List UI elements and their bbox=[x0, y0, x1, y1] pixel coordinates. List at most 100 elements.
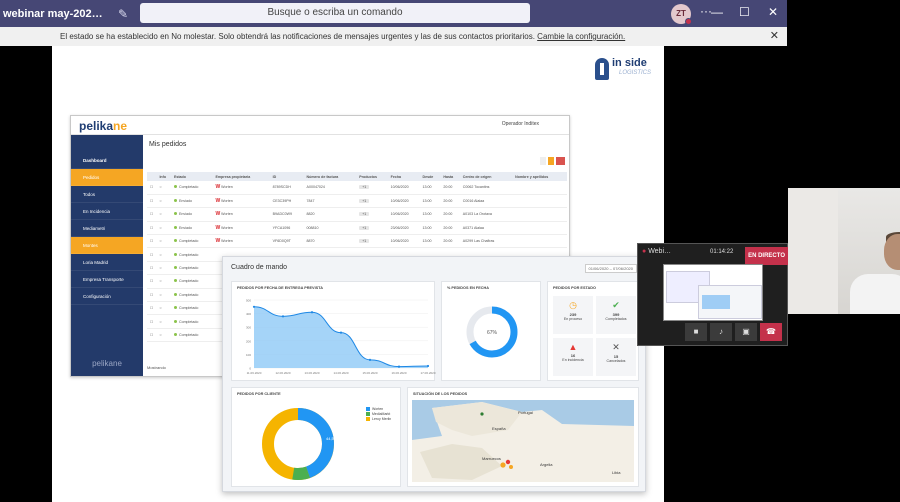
table-cell: 10/06/2020 bbox=[387, 194, 420, 209]
sidebar-item[interactable]: Configuración bbox=[71, 288, 143, 305]
table-cell: ○ bbox=[156, 274, 171, 289]
table-cell: ☐ bbox=[147, 194, 157, 209]
map-label: España bbox=[492, 426, 506, 431]
data-point bbox=[281, 315, 285, 318]
table-row[interactable]: ☐ ○ Enviado W Worten YFCA1096 008810 +1 23/06/2… bbox=[147, 221, 567, 236]
table-row[interactable]: ☐ ○ Enviado W Worten B9ADC0W9 8820 +1 10/06/202… bbox=[147, 207, 567, 222]
table-cell: +1 bbox=[356, 234, 388, 249]
table-cell: ○ bbox=[156, 194, 171, 209]
table-cell: Completado bbox=[170, 261, 213, 276]
table-cell: W Worten bbox=[212, 181, 270, 195]
kpi-tile[interactable]: ✔ 399 Completados bbox=[596, 296, 636, 334]
table-cell: Enviado bbox=[170, 207, 213, 222]
sidebar-item[interactable]: Todos bbox=[71, 186, 143, 203]
table-cell: ○ bbox=[156, 234, 171, 249]
table-cell: 7847 bbox=[303, 194, 357, 209]
maximize-button[interactable]: ☐ bbox=[739, 5, 750, 19]
kpi-icon: ✕ bbox=[612, 342, 620, 352]
kpi-tile[interactable]: ◷ 239 En proceso bbox=[553, 296, 593, 334]
sidebar-item[interactable]: Mediametri bbox=[71, 220, 143, 237]
background-wall bbox=[788, 188, 838, 314]
table-cell: CE3C39PH bbox=[269, 194, 304, 209]
column-header: Empresa propietaria bbox=[212, 172, 270, 181]
table-cell: +1 bbox=[356, 221, 388, 236]
table-cell: 13:00 bbox=[419, 221, 441, 236]
table-cell: A0299 Las Chafiras bbox=[459, 234, 513, 249]
table-row[interactable]: ☐ ○ Completado W Worten 8789SCDH A00047024 +1 1… bbox=[147, 181, 567, 195]
sidebar-item[interactable]: Dashboard bbox=[71, 152, 143, 169]
share-screen-icon[interactable]: ▣ bbox=[735, 323, 757, 341]
page-title: Mis pedidos bbox=[149, 141, 187, 148]
x-tick-label: 14.06.2020 bbox=[333, 371, 348, 375]
client-card: PEDIDOS POR CLIENTE 44,5% Worten MediaMar… bbox=[231, 387, 401, 487]
operator-label: Operador Inditex bbox=[501, 121, 539, 127]
avatar[interactable]: ZT bbox=[671, 4, 692, 25]
table-cell: Completado bbox=[170, 328, 213, 343]
command-search-input[interactable]: Busque o escriba un comando bbox=[140, 3, 530, 23]
table-cell: +1 bbox=[356, 207, 388, 222]
column-header: ID bbox=[269, 172, 304, 181]
call-timer: 01:14:22 bbox=[710, 249, 734, 255]
delete-button bbox=[556, 157, 565, 165]
table-cell: +1 bbox=[356, 181, 388, 195]
table-cell: 13:00 bbox=[419, 181, 441, 195]
kpi-label: Cancelados bbox=[606, 359, 626, 363]
pelikane-header: pelikane Operador Inditex bbox=[71, 116, 569, 135]
table-cell: ☐ bbox=[147, 181, 157, 195]
brand-mark-icon bbox=[595, 58, 609, 80]
table-cell bbox=[512, 207, 567, 222]
column-header bbox=[147, 172, 157, 181]
x-tick-label: 16.06.2020 bbox=[391, 371, 406, 375]
x-tick-label: 13.06.2020 bbox=[304, 371, 319, 375]
close-window-button[interactable]: ✕ bbox=[768, 5, 778, 19]
delivery-date-chart: 0 100 200 300 400 500 11.06.2020 12.06.2020 13.0… bbox=[246, 299, 436, 376]
table-cell: 10/06/2020 bbox=[387, 207, 420, 222]
minimize-button[interactable]: — bbox=[711, 5, 723, 19]
orders-map: Portugal España Marruecos Argelia Libia bbox=[412, 400, 634, 482]
table-cell: 8789SCDH bbox=[269, 181, 304, 195]
x-tick-label: 17.06.2020 bbox=[420, 371, 435, 375]
dismiss-banner-button[interactable]: ✕ bbox=[770, 27, 779, 46]
column-header: Productos bbox=[356, 172, 388, 181]
hang-up-button[interactable]: ☎ bbox=[760, 323, 782, 341]
table-cell: YFCA1096 bbox=[269, 221, 304, 236]
compose-icon[interactable]: ✎ bbox=[118, 7, 128, 21]
sidebar-item[interactable]: Montes bbox=[71, 237, 143, 254]
table-row[interactable]: ☐ ○ Enviado W Worten CE3C39PH 7847 +1 10/06/202… bbox=[147, 194, 567, 209]
table-cell: +1 bbox=[356, 194, 388, 209]
table-row[interactable]: ☐ ○ Completado W Worten VF6D0Q9T 8870 +1 10/06/… bbox=[147, 234, 567, 249]
table-cell: 8870 bbox=[303, 234, 357, 249]
participant-head bbox=[884, 234, 900, 270]
table-cell: ○ bbox=[156, 314, 171, 329]
microphone-icon[interactable]: ♪ bbox=[710, 323, 732, 341]
screen-share-thumbnail[interactable] bbox=[663, 264, 763, 321]
line-chart-card: PEDIDOS POR FECHA DE ENTREGA PREVISTA 0 1… bbox=[231, 281, 436, 381]
change-settings-link[interactable]: Cambie la configuración. bbox=[537, 32, 625, 41]
client-title: PEDIDOS POR CLIENTE bbox=[237, 392, 281, 396]
sidebar-footer-logo: pelikane bbox=[92, 359, 122, 368]
column-header: Centro de origen bbox=[459, 172, 513, 181]
table-cell: W Worten bbox=[212, 207, 270, 222]
map-label: Argelia bbox=[540, 462, 553, 467]
inside-logistics-logo: in side LOGISTICS bbox=[595, 56, 657, 82]
table-cell: C0016 Alalaa bbox=[459, 194, 513, 209]
sidebar-item[interactable]: Pedidos bbox=[71, 169, 143, 186]
table-cell: 10/06/2020 bbox=[387, 234, 420, 249]
kpi-tile[interactable]: ▲ 16 En incidencia bbox=[553, 338, 593, 376]
kpi-tile[interactable]: ✕ 15 Cancelados bbox=[596, 338, 636, 376]
column-header: Fecha bbox=[387, 172, 420, 181]
y-tick-label: 0 bbox=[249, 367, 251, 371]
y-tick-label: 500 bbox=[246, 299, 251, 303]
table-cell: Completado bbox=[170, 314, 213, 329]
camera-icon[interactable]: ■ bbox=[685, 323, 707, 341]
sidebar-item[interactable]: Loria Madrid bbox=[71, 254, 143, 271]
table-cell: ☐ bbox=[147, 288, 157, 303]
table-cell: ○ bbox=[156, 288, 171, 303]
table-cell: Completado bbox=[170, 234, 213, 249]
line-chart-title: PEDIDOS POR FECHA DE ENTREGA PREVISTA bbox=[237, 286, 323, 290]
kpi-icon: ◷ bbox=[569, 300, 577, 310]
sidebar-item[interactable]: Empresa Transporte bbox=[71, 271, 143, 288]
participant-video[interactable] bbox=[788, 188, 900, 314]
avatar-initials: ZT bbox=[676, 9, 686, 18]
sidebar-item[interactable]: En Incidencia bbox=[71, 203, 143, 220]
